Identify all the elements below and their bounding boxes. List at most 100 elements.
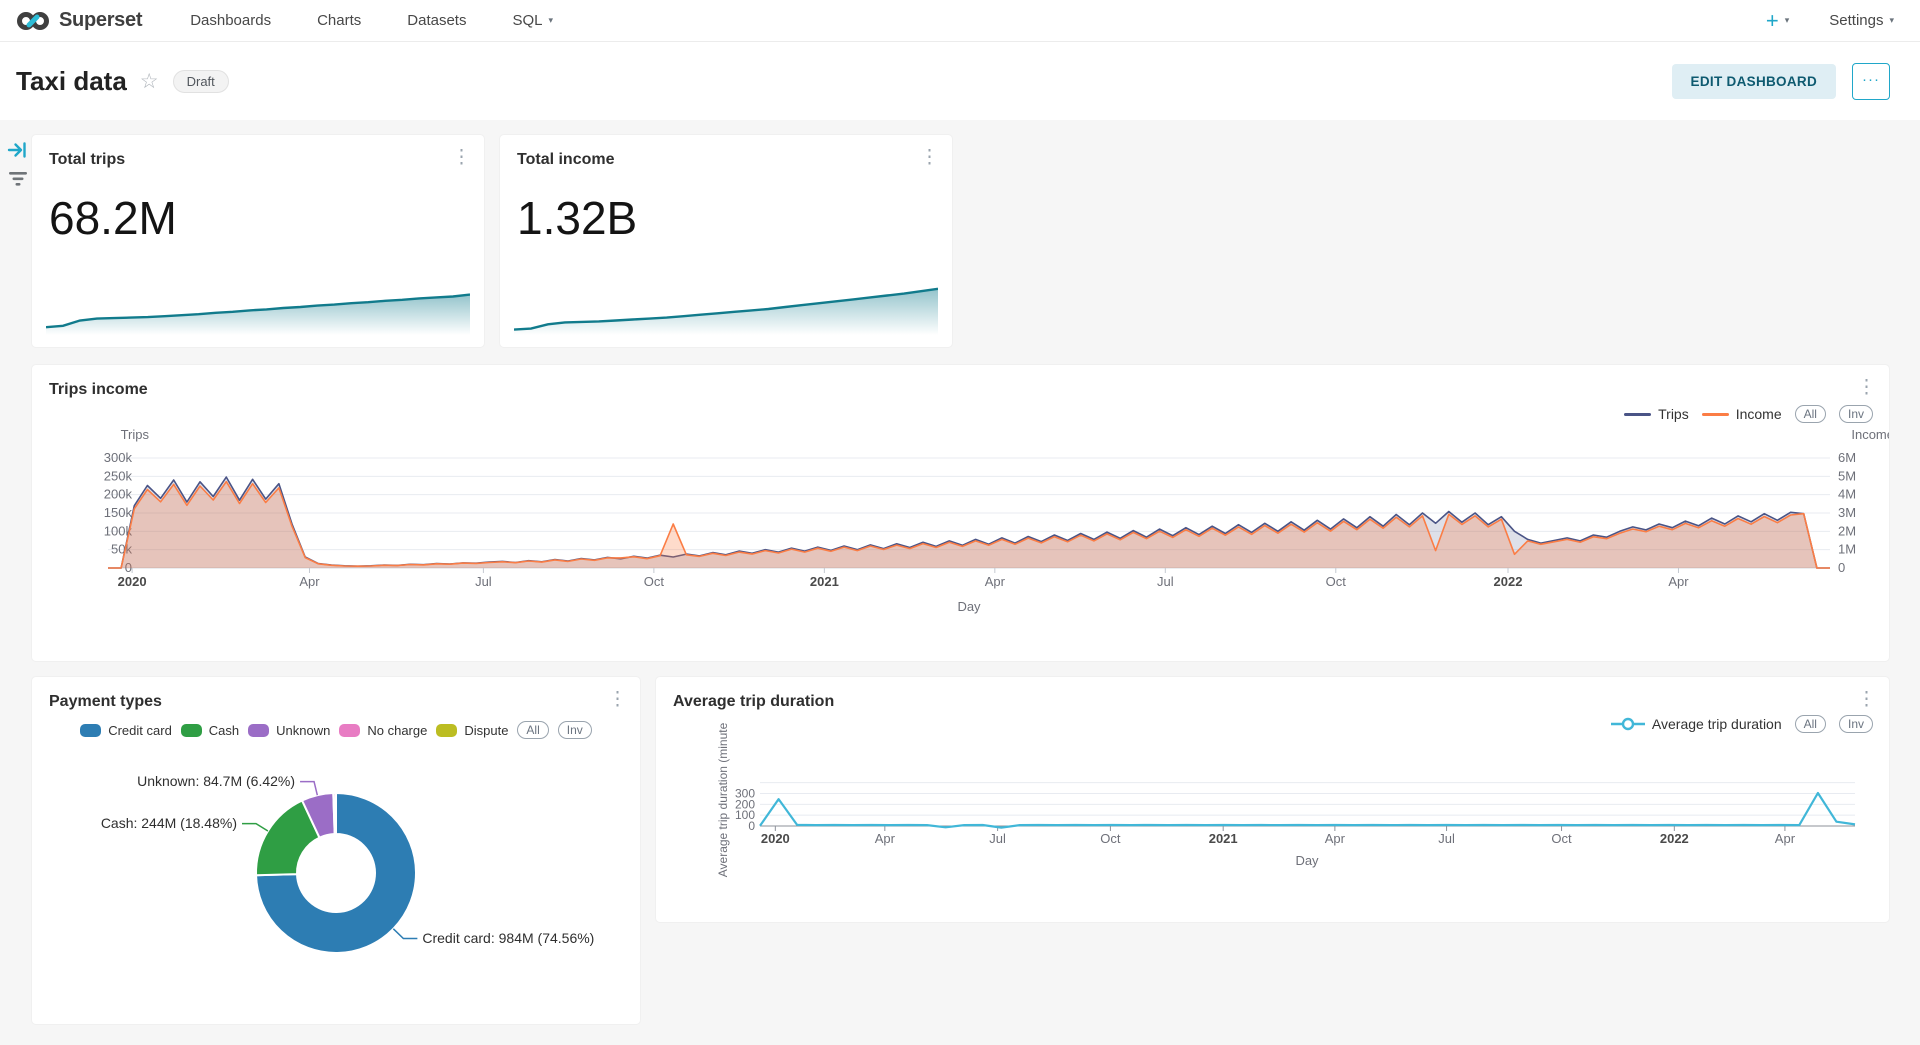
- donut-callout-label: Cash: 244M (18.48%): [101, 815, 237, 831]
- favorite-star-icon[interactable]: ☆: [140, 69, 159, 94]
- x-tick-label: Apr: [1668, 574, 1689, 589]
- x-tick-label: 2022: [1494, 574, 1523, 589]
- trendline-chart[interactable]: [46, 279, 470, 335]
- superset-logo[interactable]: Superset: [16, 9, 142, 32]
- y-right-tick-label: 6M: [1838, 450, 1856, 465]
- trendline-chart[interactable]: [514, 279, 938, 335]
- x-tick-label: 2020: [118, 574, 147, 589]
- legend-item-cash[interactable]: Cash: [181, 723, 239, 738]
- legend-inv-button[interactable]: Inv: [1839, 715, 1873, 733]
- nav-label: Charts: [317, 12, 361, 29]
- y-right-axis-title: Income: [1851, 427, 1889, 442]
- average-trip-duration-chart[interactable]: 01002003002020AprJulOct2021AprJulOct2022…: [656, 761, 1889, 916]
- legend-line-swatch: [1702, 413, 1729, 416]
- x-tick-label: Apr: [875, 831, 896, 846]
- legend-item-unknown[interactable]: Unknown: [248, 723, 330, 738]
- legend-item-average-trip-duration[interactable]: Average trip duration: [1611, 716, 1782, 732]
- kebab-menu-icon[interactable]: ⋮: [1857, 378, 1876, 397]
- y-right-tick-label: 1M: [1838, 542, 1856, 557]
- panel-average-trip-duration: Average trip duration ⋮ Average trip dur…: [656, 677, 1889, 922]
- legend-line-swatch: [1624, 413, 1651, 416]
- y-right-tick-label: 3M: [1838, 505, 1856, 520]
- legend-label: Unknown: [276, 723, 330, 738]
- legend-all-button[interactable]: All: [517, 721, 548, 739]
- donut-slice-dispute[interactable]: [335, 793, 336, 834]
- x-tick-label: Oct: [1326, 574, 1347, 589]
- more-actions-button[interactable]: ···: [1852, 63, 1890, 100]
- x-tick-label: Jul: [989, 831, 1006, 846]
- payment-types-donut-chart[interactable]: Credit card: 984M (74.56%) Cash: 244M (18…: [32, 757, 640, 1007]
- settings-label: Settings: [1829, 12, 1883, 29]
- legend-all-button[interactable]: All: [1795, 405, 1826, 423]
- chart-title: Payment types: [49, 693, 162, 711]
- nav-item-dashboards[interactable]: Dashboards: [190, 12, 271, 29]
- legend-inv-button[interactable]: Inv: [1839, 405, 1873, 423]
- legend-swatch: [436, 724, 457, 737]
- x-tick-label: Oct: [1100, 831, 1121, 846]
- trips-income-chart[interactable]: 300k6M250k5M200k4M150k3M100k2M50k1M00Tri…: [32, 423, 1889, 633]
- legend-item-credit-card[interactable]: Credit card: [80, 723, 172, 738]
- panel-total-income: Total income ⋮ 1.32B: [500, 135, 952, 347]
- legend-item-no-charge[interactable]: No charge: [339, 723, 427, 738]
- legend-swatch: [339, 724, 360, 737]
- plus-icon: +: [1766, 10, 1779, 32]
- legend-label: Trips: [1658, 406, 1689, 422]
- x-tick-label: 2022: [1660, 831, 1689, 846]
- expand-filter-bar-icon[interactable]: [7, 139, 29, 161]
- legend-swatch: [248, 724, 269, 737]
- kebab-menu-icon[interactable]: ⋮: [920, 148, 939, 167]
- status-badge: Draft: [173, 70, 229, 93]
- nav-item-datasets[interactable]: Datasets: [407, 12, 466, 29]
- settings-menu[interactable]: Settings ▾: [1829, 12, 1894, 29]
- nav-label: Datasets: [407, 12, 466, 29]
- caret-down-icon: ▾: [1785, 15, 1790, 26]
- x-tick-label: 2021: [810, 574, 839, 589]
- kebab-menu-icon[interactable]: ⋮: [452, 148, 471, 167]
- x-axis-title: Day: [957, 599, 981, 614]
- caret-down-icon: ▾: [548, 15, 553, 26]
- legend-item-dispute[interactable]: Dispute: [436, 723, 508, 738]
- x-tick-label: Jul: [1438, 831, 1455, 846]
- x-tick-label: Apr: [1325, 831, 1346, 846]
- y-right-tick-label: 2M: [1838, 523, 1856, 538]
- legend-label: Cash: [209, 723, 239, 738]
- new-item-button[interactable]: + ▾: [1766, 10, 1789, 32]
- main-nav: Dashboards Charts Datasets SQL ▾: [190, 12, 553, 29]
- legend-label: Income: [1736, 406, 1782, 422]
- donut-callout-label: Credit card: 984M (74.56%): [422, 930, 594, 946]
- kebab-menu-icon[interactable]: ⋮: [608, 690, 627, 709]
- brand-name: Superset: [59, 9, 142, 32]
- big-number-value: 68.2M: [49, 191, 177, 245]
- big-number-value: 1.32B: [517, 191, 637, 245]
- legend-item-trips[interactable]: Trips: [1624, 406, 1689, 422]
- legend-label: No charge: [367, 723, 427, 738]
- x-tick-label: Oct: [1551, 831, 1572, 846]
- panel-payment-types: Payment types ⋮ Credit card Cash Unknown No…: [32, 677, 640, 1024]
- chart-legend: Credit card Cash Unknown No charge Dispute Al…: [32, 721, 640, 739]
- nav-label: SQL: [512, 12, 542, 29]
- x-tick-label: Jul: [1157, 574, 1174, 589]
- legend-item-income[interactable]: Income: [1702, 406, 1782, 422]
- legend-line-marker-icon: [1611, 717, 1645, 731]
- x-tick-label: Jul: [475, 574, 492, 589]
- edit-dashboard-button[interactable]: EDIT DASHBOARD: [1672, 64, 1836, 99]
- nav-item-charts[interactable]: Charts: [317, 12, 361, 29]
- chart-title: Average trip duration: [673, 693, 834, 711]
- y-right-tick-label: 4M: [1838, 487, 1856, 502]
- legend-label: Dispute: [464, 723, 508, 738]
- legend-label: Credit card: [108, 723, 172, 738]
- legend-all-button[interactable]: All: [1795, 715, 1826, 733]
- y-right-tick-label: 0: [1838, 560, 1845, 575]
- legend-inv-button[interactable]: Inv: [558, 721, 592, 739]
- chart-title: Total trips: [49, 151, 125, 169]
- y-left-tick-label: 200k: [104, 487, 133, 502]
- nav-label: Dashboards: [190, 12, 271, 29]
- panel-total-trips: Total trips ⋮ 68.2M: [32, 135, 484, 347]
- kebab-menu-icon[interactable]: ⋮: [1857, 690, 1876, 709]
- chart-title: Total income: [517, 151, 615, 169]
- nav-item-sql[interactable]: SQL ▾: [512, 12, 553, 29]
- chart-legend: Average trip duration All Inv: [1611, 715, 1873, 733]
- x-tick-label: 2020: [761, 831, 790, 846]
- y-left-tick-label: 150k: [104, 505, 133, 520]
- filter-icon[interactable]: [8, 170, 28, 188]
